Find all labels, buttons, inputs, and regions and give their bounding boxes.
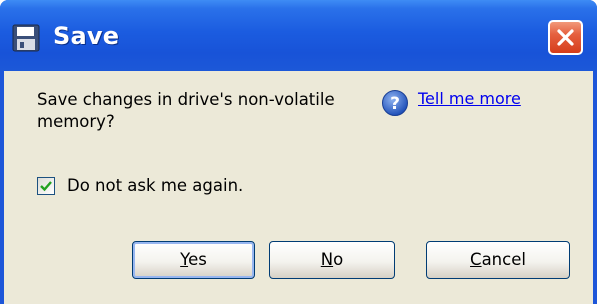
cancel-label-rest: ancel xyxy=(481,250,526,269)
do-not-ask-checkbox[interactable] xyxy=(37,177,55,195)
checkbox-label: Do not ask me again. xyxy=(67,176,244,195)
close-button[interactable] xyxy=(548,20,583,55)
yes-label-rest: es xyxy=(188,250,207,269)
dialog-body: Save changes in drive's non-volatile mem… xyxy=(4,71,593,304)
cancel-button[interactable]: Cancel xyxy=(426,241,570,279)
floppy-disk-icon xyxy=(12,24,40,52)
help-question-icon[interactable]: ? xyxy=(381,89,409,117)
close-icon xyxy=(557,29,574,46)
checkmark-icon xyxy=(40,181,52,192)
window-title: Save xyxy=(53,22,120,50)
svg-text:?: ? xyxy=(390,94,400,114)
yes-button[interactable]: Yes xyxy=(132,241,255,279)
title-bar[interactable]: Save xyxy=(0,0,597,71)
tell-me-more-link[interactable]: Tell me more xyxy=(418,89,521,108)
save-dialog-window: Save Save changes in drive's non-volatil… xyxy=(0,0,597,304)
no-label-rest: o xyxy=(333,250,344,269)
no-mnemonic: N xyxy=(320,250,334,269)
no-button[interactable]: No xyxy=(269,241,395,279)
dialog-message: Save changes in drive's non-volatile mem… xyxy=(37,90,335,131)
yes-mnemonic: Y xyxy=(180,250,189,269)
cancel-mnemonic: C xyxy=(470,250,482,269)
